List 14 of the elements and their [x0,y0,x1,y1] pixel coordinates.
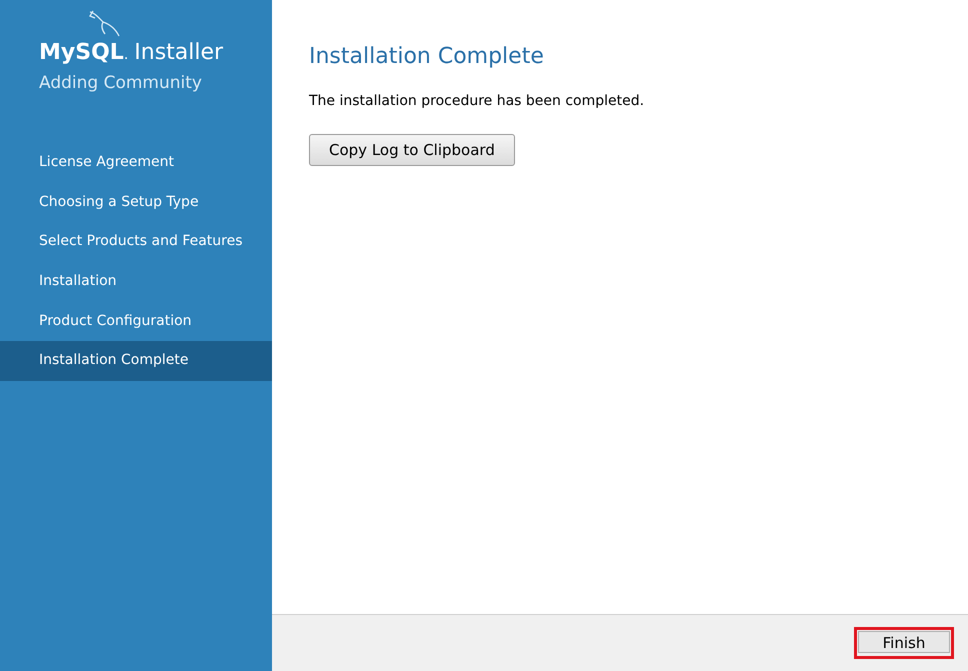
logo-dot: . [124,46,128,65]
step-item: Installation [38,272,118,292]
step-item: License Agreement [38,153,175,172]
product-name: Installer [134,39,224,67]
step-item: Choosing a Setup Type [38,192,200,212]
step-item: Select Products and Features [38,232,244,252]
copy-log-button[interactable]: Copy Log to Clipboard [309,134,515,166]
logo-text: MySQL [39,39,124,67]
step-item: Installation Complete [0,340,272,381]
message-text: The installation procedure has been completed. [309,92,646,111]
finish-button[interactable]: Finish [858,631,950,653]
step-item: Product Configuration [38,312,193,331]
page-title: Installation Complete [309,43,545,71]
subtitle: Adding Community [39,72,203,95]
